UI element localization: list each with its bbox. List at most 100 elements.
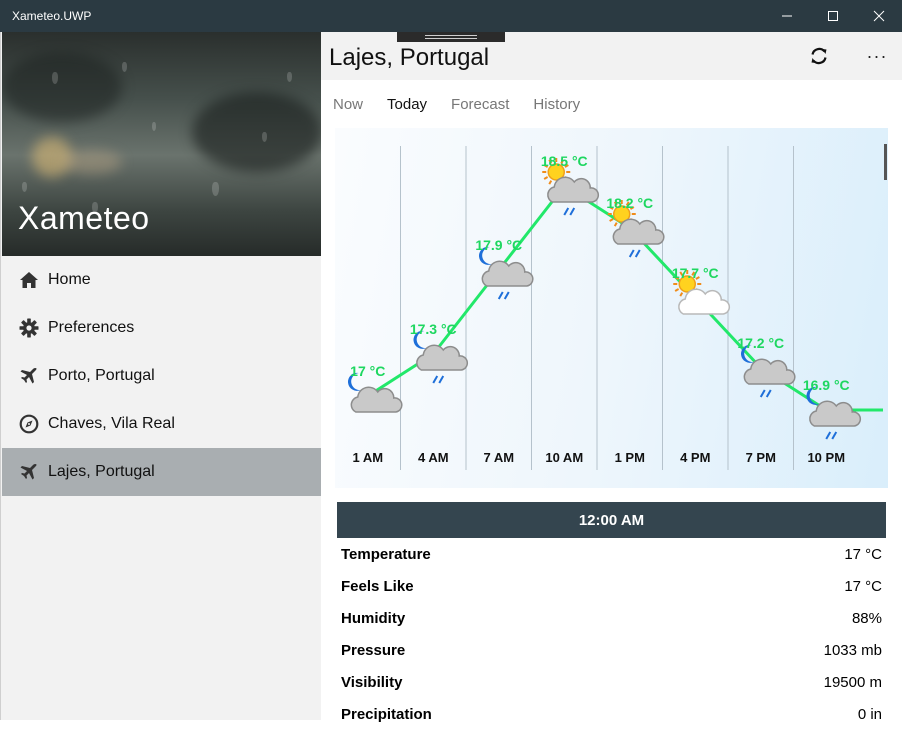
nav-item-home[interactable]: Home [2,256,322,304]
tab-now[interactable]: Now [333,96,363,116]
nav-item-lajes[interactable]: Lajes, Portugal [2,448,322,496]
maximize-button[interactable] [810,0,856,32]
rain-drop [628,249,635,258]
sidebar: Xameteo Home Preferences Porto, Portugal… [0,32,322,720]
detail-row: Pressure 1033 mb [337,634,886,666]
gear-icon [19,318,39,338]
sun-ray [674,288,680,292]
hour-details-panel: 12:00 AM Temperature 17 °C Feels Like 17… [337,502,886,730]
hour-tick-label: 1 PM [615,450,645,465]
rain-drop [825,431,832,440]
chart-scrollbar[interactable] [884,144,887,180]
chart-canvas: 17 °C 1 AM 17.3 °C 4 AM 17.9 °C 7 AM 18.5 °C 10… [347,146,883,470]
night-cloudy-rain-icon [740,344,796,398]
nav-item-chaves[interactable]: Chaves, Vila Real [2,400,322,448]
hour-tick-label: 4 PM [680,450,710,465]
airplane-icon [19,462,39,482]
temperature-label: 17 °C [350,363,385,379]
temperature-label: 17.9 °C [475,237,522,253]
detail-value: 1033 mb [823,641,882,659]
cloud-shape [678,288,731,315]
temperature-label: 17.2 °C [737,335,784,351]
temperature-label: 17.3 °C [410,321,457,337]
window-titlebar: Xameteo.UWP [0,0,902,32]
maximize-icon [828,11,838,21]
detail-value: 17 °C [844,545,882,563]
nav-item-label: Chaves, Vila Real [48,415,175,432]
drag-handle[interactable] [397,32,505,42]
rain-drop [432,375,439,384]
home-icon [19,270,39,290]
night-cloudy-rain-icon [413,330,469,384]
detail-value: 88% [851,609,882,627]
hour-tick-label: 7 PM [746,450,776,465]
compass-icon [19,414,39,434]
close-icon [873,10,885,22]
detail-row: Visibility 19500 m [337,666,886,698]
cloud-shape [481,260,534,287]
temperature-label: 17.7 °C [672,265,719,281]
page-title: Lajes, Portugal [329,44,490,71]
tab-bar: Now Today Forecast History [333,96,604,116]
rain-drop [759,389,766,398]
nav-item-label: Preferences [48,319,135,336]
cloud-shape [743,358,796,385]
rain-drop [503,291,510,300]
more-options-button[interactable]: ··· [859,42,895,70]
nav-item-label: Home [48,271,91,288]
temperature-label: 18.2 °C [606,195,653,211]
rain-drop [569,207,576,216]
minimize-icon [782,15,792,17]
temperature-label: 16.9 °C [803,377,850,393]
detail-row: Precipitation 0 in [337,698,886,730]
cloud-shape [547,176,600,203]
detail-value: 17 °C [844,577,882,595]
detail-time-header: 12:00 AM [337,502,886,538]
hour-tick-label: 1 AM [352,450,383,465]
hour-tick-label: 10 PM [807,450,845,465]
app-title: Xameteo [18,200,150,236]
tab-forecast[interactable]: Forecast [451,96,509,116]
navigation-menu: Home Preferences Porto, Portugal Chaves,… [2,256,322,496]
close-button[interactable] [856,0,902,32]
cloud-shape [416,344,469,371]
rain-drop [497,291,504,300]
main-content: Lajes, Portugal ··· Now Today Forecast H… [321,32,902,723]
tab-today[interactable]: Today [387,96,427,116]
detail-row: Temperature 17 °C [337,538,886,570]
nav-item-porto[interactable]: Porto, Portugal [2,352,322,400]
nav-item-label: Lajes, Portugal [48,463,155,480]
detail-label: Feels Like [341,577,414,595]
rain-drop [634,249,641,258]
detail-label: Visibility [341,673,403,691]
night-cloudy-rain-icon [478,246,534,300]
sun-ray [543,176,549,180]
nav-item-preferences[interactable]: Preferences [2,304,322,352]
detail-row: Feels Like 17 °C [337,570,886,602]
sun-ray [548,180,553,185]
refresh-button[interactable] [801,42,837,70]
hour-tick-label: 10 AM [545,450,583,465]
night-cloudy-rain-icon [806,386,862,440]
hero-image: Xameteo [2,32,322,256]
rain-drop [438,375,445,384]
sun-ray [679,292,684,297]
rain-drop [563,207,570,216]
refresh-icon [811,47,827,65]
hour-tick-label: 4 AM [418,450,449,465]
rain-drop [831,431,838,440]
minimize-button[interactable] [764,0,810,32]
hour-tick-label: 7 AM [483,450,514,465]
sun-ray [613,222,618,227]
sun-ray [609,218,614,222]
rain-drop [765,389,772,398]
cloud-shape [350,386,403,413]
tab-history[interactable]: History [533,96,580,116]
airplane-icon [19,366,39,386]
detail-label: Pressure [341,641,406,659]
nav-item-label: Porto, Portugal [48,367,155,384]
detail-value: 19500 m [823,673,882,691]
detail-label: Temperature [341,545,431,563]
temperature-label: 18.5 °C [541,153,588,169]
detail-label: Humidity [341,609,406,627]
